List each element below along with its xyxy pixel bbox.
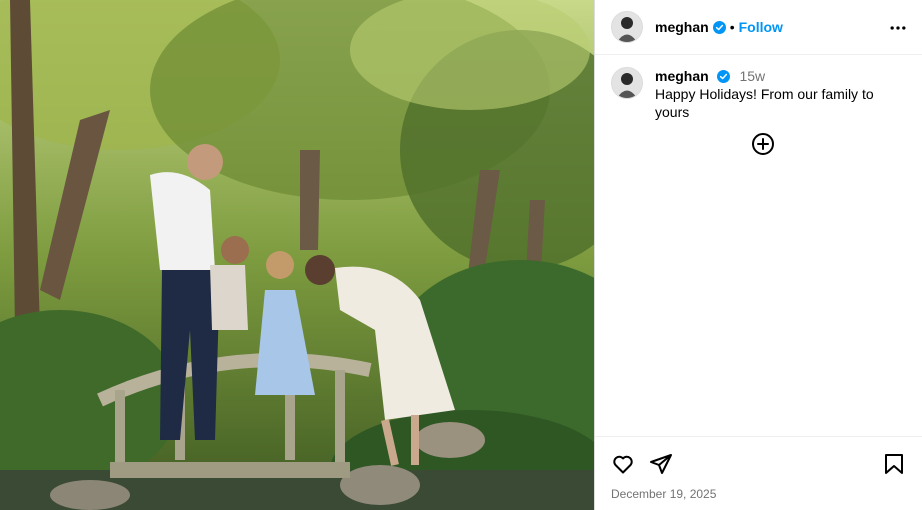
bookmark-icon[interactable] [882, 452, 906, 476]
caption: meghan 15w Happy Holidays! From our fami… [595, 55, 922, 121]
post-footer: December 19, 2025 [595, 436, 922, 501]
post-header: meghan • Follow [595, 0, 922, 55]
post-sidebar: meghan • Follow meghan 15w Happy Holiday… [594, 0, 922, 510]
caption-text: Happy Holidays! From our family to yours [655, 86, 874, 120]
follow-button[interactable]: Follow [739, 19, 783, 35]
caption-body: meghan 15w Happy Holidays! From our fami… [655, 67, 906, 121]
caption-timestamp[interactable]: 15w [739, 68, 765, 84]
action-bar [595, 437, 922, 477]
header-username[interactable]: meghan [655, 19, 709, 35]
plus-circle-icon [752, 133, 774, 155]
post-dialog: meghan • Follow meghan 15w Happy Holiday… [0, 0, 922, 510]
verified-badge-icon [716, 70, 730, 83]
add-comment-button[interactable] [751, 132, 775, 156]
post-date: December 19, 2025 [611, 487, 717, 501]
send-icon[interactable] [649, 452, 673, 476]
avatar-image [612, 12, 642, 42]
separator-dot: • [729, 19, 735, 35]
family-garden-photo [0, 0, 594, 510]
avatar-image [612, 68, 642, 98]
post-image[interactable] [0, 0, 594, 510]
more-options-icon [890, 26, 906, 30]
verified-badge-icon [712, 20, 726, 34]
avatar[interactable] [611, 11, 643, 43]
heart-icon[interactable] [611, 452, 635, 476]
caption-username[interactable]: meghan [655, 68, 709, 84]
more-options-button[interactable] [886, 16, 910, 40]
caption-avatar[interactable] [611, 67, 643, 99]
